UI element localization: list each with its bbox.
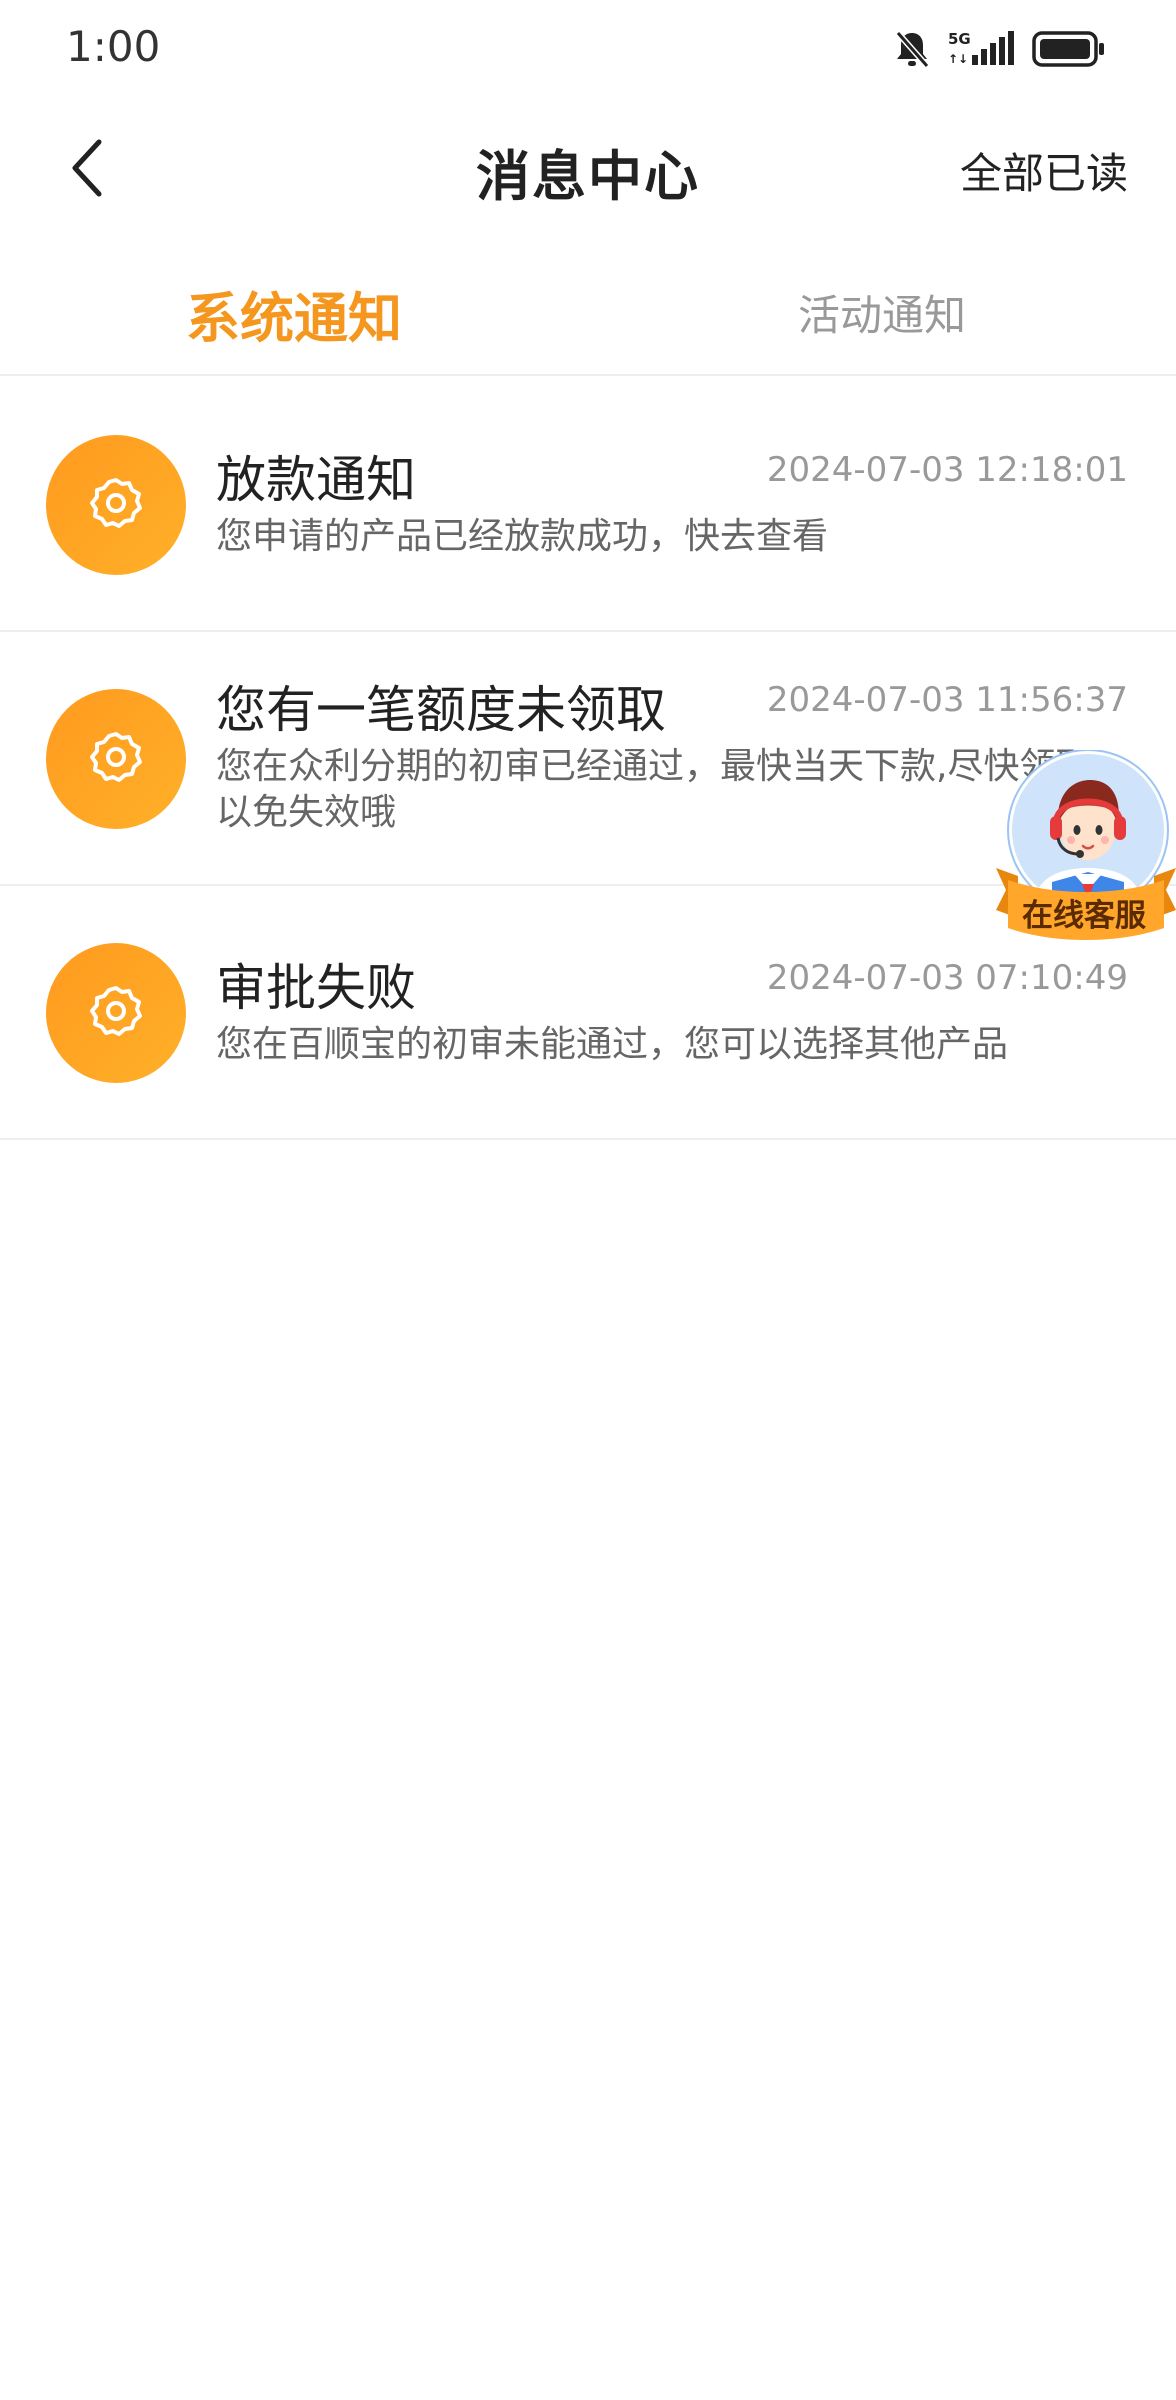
customer-service-label: 在线客服	[1022, 898, 1146, 934]
message-desc: 您申请的产品已经放款成功，快去查看	[216, 516, 829, 557]
gear-icon	[87, 728, 145, 790]
message-avatar	[46, 689, 186, 829]
message-time: 2024-07-03 11:56:37	[766, 680, 1128, 720]
status-time: 1:00	[66, 22, 161, 71]
status-bar: 1:00 5G ↑↓	[0, 0, 1176, 100]
message-desc: 您在百顺宝的初审未能通过，您可以选择其他产品	[216, 1024, 1009, 1065]
signal-icon: 5G ↑↓	[948, 29, 1014, 69]
message-title: 您有一笔额度未领取	[216, 681, 666, 739]
gear-icon	[87, 982, 145, 1044]
bell-off-icon	[894, 29, 930, 69]
battery-icon	[1032, 29, 1106, 69]
svg-text:↑↓: ↑↓	[948, 52, 968, 66]
tab-activity-notice[interactable]: 活动通知	[588, 274, 1176, 343]
message-title: 审批失败	[216, 959, 416, 1017]
message-title: 放款通知	[216, 451, 416, 509]
message-time: 2024-07-03 12:18:01	[766, 450, 1128, 490]
mark-all-read-button[interactable]: 全部已读	[960, 140, 1128, 201]
tab-system-notice[interactable]: 系统通知	[0, 274, 588, 353]
tab-bar: 系统通知 活动通知	[0, 260, 1176, 376]
status-icons: 5G ↑↓	[894, 26, 1106, 72]
message-desc: 您在众利分期的初审已经通过，最快当天下款,尽快领取以免失效哦	[216, 746, 1092, 833]
gear-icon	[87, 474, 145, 536]
nav-header: 消息中心 全部已读	[0, 110, 1176, 230]
online-customer-service-button[interactable]: 在线客服	[994, 749, 1176, 950]
agent-avatar-icon	[994, 749, 1176, 954]
message-avatar	[46, 943, 186, 1083]
message-time: 2024-07-03 07:10:49	[766, 958, 1128, 998]
message-item[interactable]: 放款通知 2024-07-03 12:18:01 您申请的产品已经放款成功，快去…	[0, 378, 1176, 632]
message-center-page: 1:00 5G ↑↓ 消息中心 全部已读 系统通知 活动通知 放款通知 2024…	[0, 0, 1176, 2400]
tab-label: 活动通知	[797, 291, 966, 340]
svg-text:5G: 5G	[948, 30, 971, 48]
tab-label: 系统通知	[186, 287, 402, 350]
message-avatar	[46, 435, 186, 575]
